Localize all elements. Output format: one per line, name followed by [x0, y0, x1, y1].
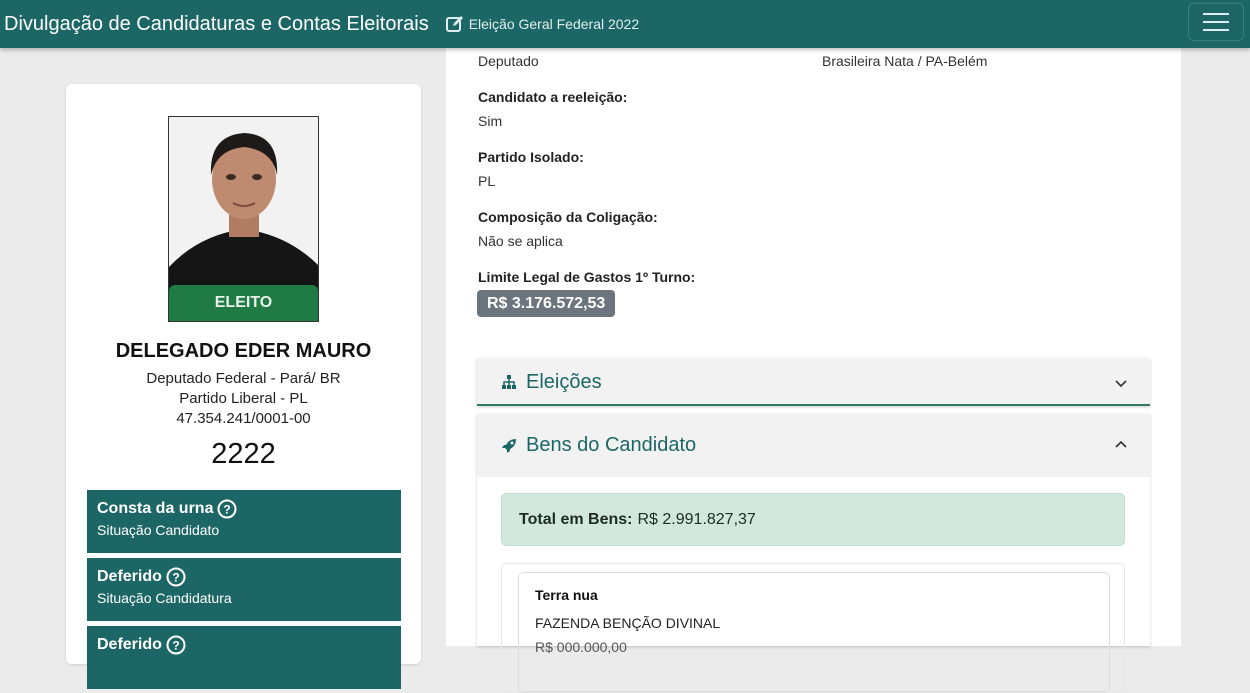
svg-text:?: ? — [172, 571, 179, 585]
status-card-candidatura: Deferido ? Situação Candidatura — [87, 558, 401, 621]
top-navbar: Divulgação de Candidaturas e Contas Elei… — [0, 0, 1250, 48]
chevron-down-icon — [1115, 380, 1127, 388]
accordion-bens-header[interactable]: Bens do Candidato — [477, 414, 1150, 477]
bens-item: Terra nua FAZENDA BENÇÃO DIVINAL R$ 000.… — [518, 572, 1110, 692]
bens-item-value: R$ 000.000,00 — [535, 639, 627, 655]
help-icon[interactable]: ? — [166, 635, 186, 655]
reelection-label: Candidato a reeleição: — [478, 89, 628, 105]
accordion-eleicoes-header[interactable]: Eleições — [477, 358, 1150, 406]
accordion-bens-title: Bens do Candidato — [526, 434, 697, 456]
candidate-number: 2222 — [211, 438, 276, 470]
total-bens-value: R$ 2.991.827,37 — [637, 510, 756, 528]
status-card-urna: Consta da urna ? Situação Candidato — [87, 490, 401, 553]
rocket-icon — [502, 438, 516, 453]
candidate-card: ELEITO DELEGADO EDER MAURO Deputado Fede… — [66, 84, 421, 689]
total-bens-label: Total em Bens: — [519, 510, 633, 528]
bens-list: Terra nua FAZENDA BENÇÃO DIVINAL R$ 000.… — [501, 563, 1125, 693]
spending-limit-label: Limite Legal de Gastos 1º Turno: — [478, 269, 696, 285]
status-card-third: Deferido ? — [87, 626, 401, 689]
help-icon[interactable]: ? — [166, 567, 186, 587]
svg-text:?: ? — [224, 503, 231, 517]
edit-icon — [445, 16, 463, 32]
sitemap-icon — [502, 375, 516, 389]
coalition-label: Composição da Coligação: — [478, 209, 658, 225]
coalition-value: Não se aplica — [478, 233, 563, 249]
candidate-cnpj: 47.354.241/0001-00 — [176, 410, 311, 427]
nationality-value: Brasileira Nata / PA-Belém — [822, 53, 988, 69]
status-subtitle: Situação Candidato — [97, 522, 220, 538]
occupation-value: Deputado — [478, 53, 539, 69]
accordion-eleicoes[interactable]: Eleições — [477, 358, 1150, 406]
accordion-bens: Bens do Candidato Total em Bens: R$ 2.99… — [477, 414, 1150, 693]
candidate-office: Deputado Federal - Pará/ BR — [146, 370, 341, 387]
bens-item-description: FAZENDA BENÇÃO DIVINAL — [535, 615, 721, 631]
reelection-value: Sim — [478, 113, 503, 129]
help-icon[interactable]: ? — [217, 499, 237, 519]
candidate-name: DELEGADO EDER MAURO — [115, 340, 372, 362]
chevron-up-icon — [1115, 440, 1127, 448]
app-title[interactable]: Divulgação de Candidaturas e Contas Elei… — [4, 13, 429, 36]
party-value: PL — [478, 173, 496, 189]
party-label: Partido Isolado: — [478, 149, 584, 165]
hamburger-icon — [1203, 13, 1229, 15]
election-label[interactable]: Eleição Geral Federal 2022 — [469, 16, 639, 32]
candidate-photo: ELEITO — [168, 116, 319, 322]
status-subtitle: Situação Candidatura — [97, 590, 232, 606]
bens-item-type: Terra nua — [535, 587, 598, 603]
accordion-bens-body: Total em Bens: R$ 2.991.827,37 Terra nua… — [477, 477, 1150, 693]
menu-toggle-button[interactable] — [1188, 3, 1244, 41]
accordion-eleicoes-title: Eleições — [526, 370, 602, 393]
total-bens-box: Total em Bens: R$ 2.991.827,37 — [501, 493, 1125, 546]
candidate-party: Partido Liberal - PL — [179, 390, 308, 407]
spending-limit-badge: R$ 3.176.572,53 — [477, 290, 616, 317]
status-title: Deferido — [97, 568, 162, 585]
status-title: Consta da urna — [97, 500, 214, 517]
status-title: Deferido — [97, 636, 162, 653]
elected-badge: ELEITO — [169, 285, 318, 321]
